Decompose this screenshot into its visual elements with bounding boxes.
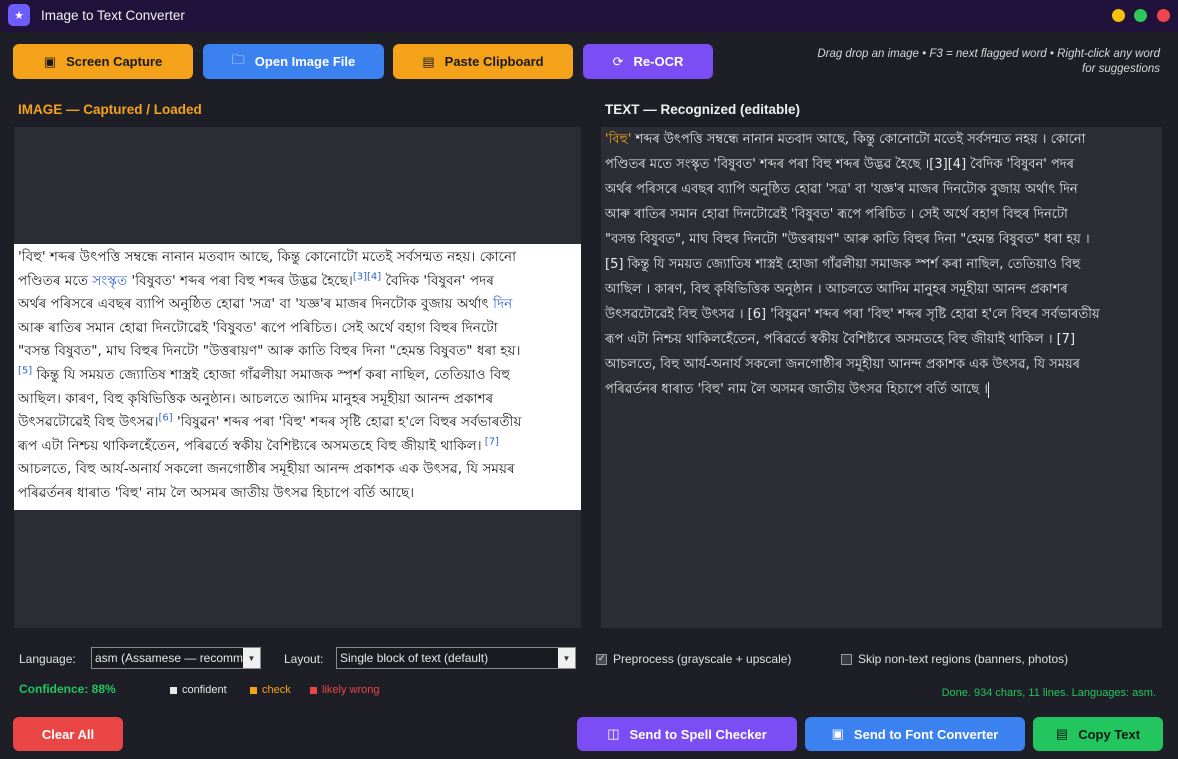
legend-confident: confident bbox=[170, 684, 227, 696]
chevron-down-icon: ▼ bbox=[243, 648, 260, 668]
folder-icon: 🗀 bbox=[231, 51, 245, 67]
reocr-label: Re-OCR bbox=[633, 54, 684, 69]
image-pane-label: IMAGE — Captured / Loaded bbox=[18, 102, 202, 117]
paste-clipboard-label: Paste Clipboard bbox=[444, 54, 544, 69]
minimize-button[interactable] bbox=[1112, 9, 1125, 22]
window-title: Image to Text Converter bbox=[41, 8, 185, 23]
image-preview-pane: 'বিহু' শব্দৰ উৎপত্তি সম্বন্ধে নানান মতবা… bbox=[14, 127, 581, 628]
open-image-button[interactable]: 🗀 Open Image File bbox=[203, 44, 384, 79]
close-button[interactable] bbox=[1157, 9, 1170, 22]
clipboard-icon: ▤ bbox=[422, 53, 435, 69]
app-logo-icon: ★ bbox=[8, 4, 30, 26]
font-icon: ▣ bbox=[831, 726, 844, 741]
copy-text-button[interactable]: ▤ Copy Text bbox=[1033, 717, 1163, 751]
maximize-button[interactable] bbox=[1134, 9, 1147, 22]
send-spell-checker-button[interactable]: ◫ Send to Spell Checker bbox=[577, 717, 797, 751]
open-image-label: Open Image File bbox=[254, 54, 356, 69]
usage-hint: Drag drop an image • F3 = next flagged w… bbox=[817, 48, 1160, 75]
recognized-text-editor[interactable]: 'বিহু' শব্দৰ উৎপত্তি সম্বন্ধে নানান মতবা… bbox=[601, 127, 1162, 628]
status-text: Done. 934 chars, 11 lines. Languages: as… bbox=[941, 687, 1156, 699]
legend-check: check bbox=[250, 684, 291, 696]
confidence-readout: Confidence: 88% bbox=[19, 682, 116, 696]
skip-regions-checkbox[interactable] bbox=[841, 654, 852, 665]
legend-likely-wrong: likely wrong bbox=[310, 684, 379, 696]
clear-all-button[interactable]: Clear All bbox=[13, 717, 123, 751]
legend-swatch bbox=[170, 686, 177, 694]
preprocess-checkbox[interactable]: ✓ bbox=[596, 654, 607, 665]
title-bar: ★ Image to Text Converter bbox=[0, 0, 1178, 32]
camera-icon: ▣ bbox=[43, 53, 57, 69]
language-label: Language: bbox=[19, 652, 76, 666]
send-font-converter-button[interactable]: ▣ Send to Font Converter bbox=[805, 717, 1025, 751]
captured-image: 'বিহু' শব্দৰ উৎপত্তি সম্বন্ধে নানান মতবা… bbox=[14, 244, 581, 510]
layout-label: Layout: bbox=[284, 652, 324, 666]
layout-select[interactable]: Single block of text (default) ▼ bbox=[336, 647, 576, 669]
recognized-text-body: শব্দৰ উৎপত্তি সম্বন্ধে নানান মতবাদ আছে, … bbox=[605, 132, 1100, 397]
chevron-down-icon: ▼ bbox=[558, 648, 575, 668]
screen-capture-label: Screen Capture bbox=[66, 54, 163, 69]
spell-checker-label: Send to Spell Checker bbox=[629, 726, 767, 742]
copy-text-label: Copy Text bbox=[1078, 726, 1141, 742]
preprocess-label: Preprocess (grayscale + upscale) bbox=[613, 652, 792, 666]
book-icon: ◫ bbox=[607, 726, 620, 741]
legend-swatch bbox=[310, 686, 317, 694]
screen-capture-button[interactable]: ▣ Screen Capture bbox=[13, 44, 193, 79]
clear-all-label: Clear All bbox=[41, 726, 95, 742]
paste-clipboard-button[interactable]: ▤ Paste Clipboard bbox=[393, 44, 573, 79]
copy-icon: ▤ bbox=[1055, 726, 1069, 741]
reocr-button[interactable]: ⟳ Re-OCR bbox=[583, 44, 713, 79]
refresh-icon: ⟳ bbox=[612, 53, 624, 69]
language-select[interactable]: asm (Assamese — recommended) ▼ bbox=[91, 647, 261, 669]
flagged-word[interactable]: 'বিহু' bbox=[605, 132, 631, 147]
skip-regions-label: Skip non-text regions (banners, photos) bbox=[858, 652, 1069, 666]
text-pane-label: TEXT — Recognized (editable) bbox=[605, 102, 801, 117]
text-caret bbox=[987, 381, 989, 398]
font-converter-label: Send to Font Converter bbox=[853, 726, 999, 742]
legend-swatch bbox=[250, 686, 257, 694]
